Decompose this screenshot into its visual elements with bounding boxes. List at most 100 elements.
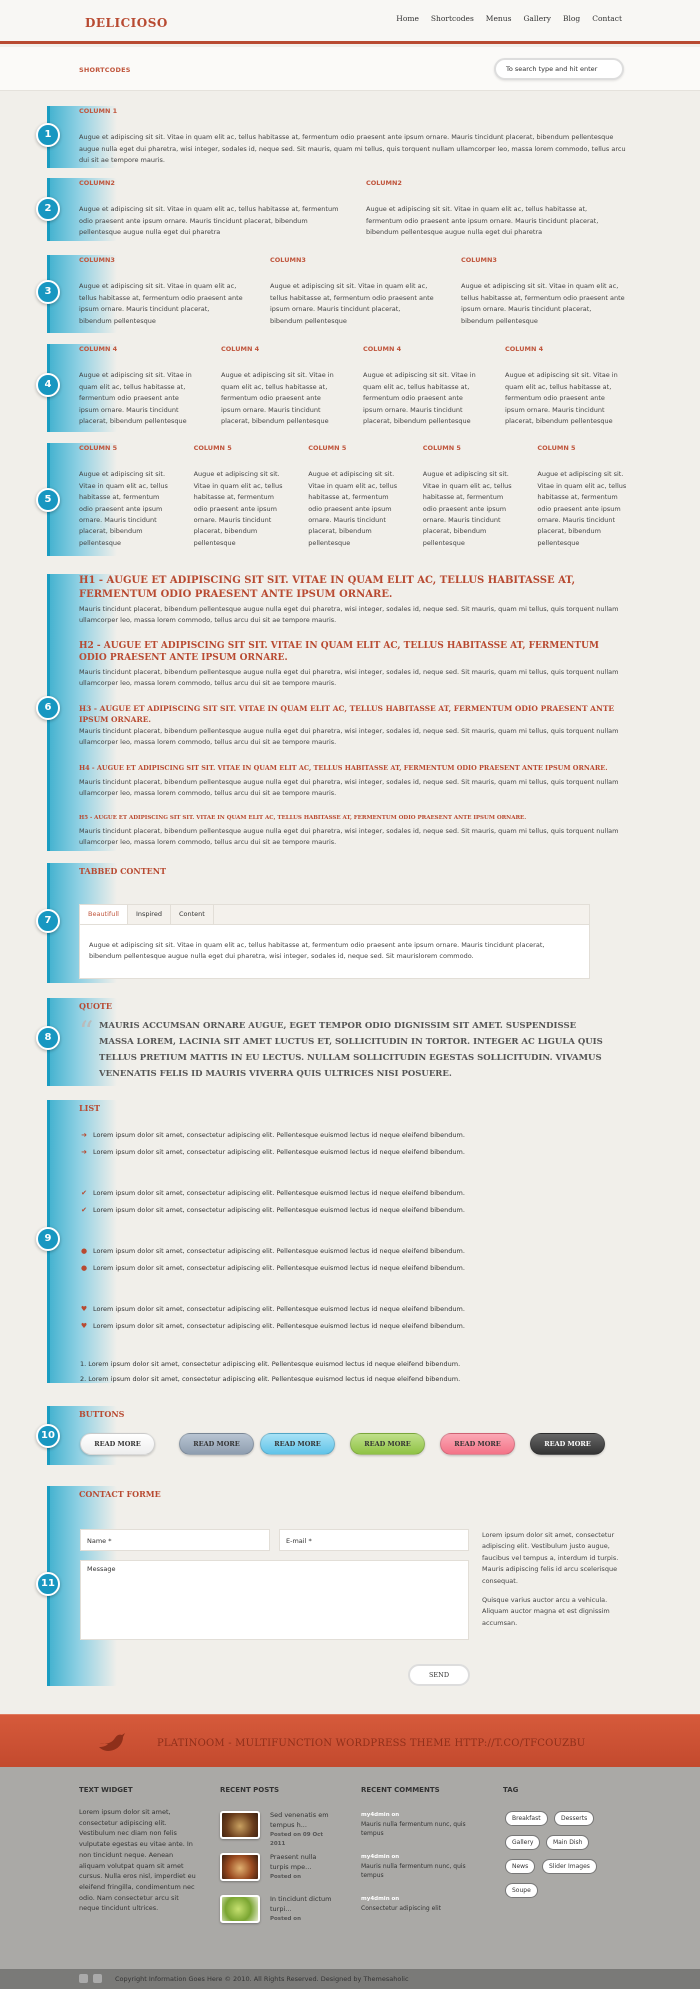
nav-contact[interactable]: Contact [592, 13, 622, 25]
heading-paragraph: Mauris tincidunt placerat, bibendum pell… [79, 605, 619, 625]
tag-desserts[interactable]: Desserts [554, 1811, 595, 1826]
read-more-button[interactable]: READ MORE [260, 1433, 335, 1455]
arrow-right-icon: ➜ [81, 1148, 87, 1156]
checkmark-icon: ✔ [81, 1189, 87, 1197]
search-input[interactable]: To search type and hit enter [494, 58, 624, 80]
column-title: COLUMN 5 [193, 444, 232, 452]
post-title[interactable]: Sed venenatis em tempus h... [270, 1811, 335, 1831]
tag-main-dish[interactable]: Main Dish [546, 1835, 590, 1850]
nav-blog[interactable]: Blog [563, 13, 580, 25]
read-more-button[interactable]: READ MORE [80, 1433, 155, 1455]
column: COLUMN 5 Augue et adipiscing sit sit. Vi… [308, 443, 398, 549]
heading-h1: H1 - AUGUE ET ADIPISCING SIT SIT. VITAE … [79, 575, 576, 600]
column: COLUMN 5 Augue et adipiscing sit sit. Vi… [423, 443, 513, 549]
column: COLUMN3 Augue et adipiscing sit sit. Vit… [461, 255, 626, 327]
nav-home[interactable]: Home [396, 13, 419, 25]
list-item: ✔ Lorem ipsum dolor sit amet, consectetur… [81, 1189, 465, 1198]
column: COLUMN 4 Augue et adipiscing sit sit. Vi… [505, 344, 623, 427]
twitter-banner: PLATINOOM - MULTIFUNCTION WORDPRESS THEM… [0, 1714, 700, 1767]
contact-info-text: Quisque varius auctor arcu a vehicula. A… [482, 1595, 610, 1627]
read-more-button[interactable]: READ MORE [350, 1433, 425, 1455]
column: COLUMN 4 Augue et adipiscing sit sit. Vi… [221, 344, 339, 427]
banner-text[interactable]: PLATINOOM - MULTIFUNCTION WORDPRESS THEM… [157, 1736, 585, 1752]
tag-breakfast[interactable]: Breakfast [505, 1811, 548, 1826]
read-more-button[interactable]: READ MORE [179, 1433, 254, 1455]
column-text: Augue et adipiscing sit sit. Vitae in qu… [308, 470, 398, 547]
message-field[interactable]: Message [80, 1560, 469, 1640]
contact-info: Lorem ipsum dolor sit amet, consectetur … [482, 1530, 632, 1629]
tag-slider-images[interactable]: Slider Images [542, 1859, 597, 1874]
comment-author[interactable]: my4dmin on [361, 1853, 466, 1862]
recent-comment[interactable]: my4dmin on Mauris nulla fermentum nunc, … [361, 1811, 466, 1839]
email-field[interactable]: E-mail * [279, 1529, 469, 1551]
tag-news[interactable]: News [505, 1859, 536, 1874]
post-title[interactable]: Praesent nulla turpis mpe... [270, 1853, 335, 1873]
column-title: COLUMN 5 [537, 444, 576, 452]
column-title: COLUMN 4 [505, 345, 544, 353]
tab-content[interactable]: Content [171, 905, 214, 924]
heading-paragraph: Mauris tincidunt placerat, bibendum pell… [79, 778, 619, 798]
section-title: CONTACT FORME [79, 1489, 161, 1499]
section-number: 2 [36, 197, 60, 221]
recent-comment[interactable]: my4dmin on Consectetur adipiscing elit [361, 1895, 466, 1913]
main-nav: Home Shortcodes Menus Gallery Blog Conta… [396, 13, 622, 25]
read-more-button[interactable]: READ MORE [440, 1433, 515, 1455]
section-title: QUOTE [79, 1001, 112, 1011]
list-item: ♥ Lorem ipsum dolor sit amet, consectetur… [80, 1322, 465, 1331]
bullet-icon: ● [80, 1247, 88, 1255]
nav-shortcodes[interactable]: Shortcodes [431, 13, 474, 25]
recent-post[interactable]: In tincidunt dictum turpi... Posted on [220, 1895, 335, 1925]
recent-post[interactable]: Sed venenatis em tempus h... Posted on 0… [220, 1811, 335, 1847]
footer-recent-posts-title: RECENT POSTS [220, 1786, 280, 1794]
site-logo[interactable]: DELICIOSO [85, 14, 168, 33]
column: COLUMN3 Augue et adipiscing sit sit. Vit… [270, 255, 435, 327]
facebook-icon[interactable] [93, 1974, 102, 1983]
section-number: 3 [36, 280, 60, 304]
post-thumbnail[interactable] [220, 1811, 260, 1839]
column-title: COLUMN 5 [308, 444, 347, 452]
comment-author[interactable]: my4dmin on [361, 1895, 466, 1904]
page-title: SHORTCODES [79, 66, 131, 74]
column: COLUMN3 Augue et adipiscing sit sit. Vit… [79, 255, 244, 327]
send-button[interactable]: SEND [408, 1664, 470, 1686]
tag-soupe[interactable]: Soupe [505, 1883, 538, 1898]
section-number: 1 [36, 123, 60, 147]
post-thumbnail[interactable] [220, 1853, 260, 1881]
tag-gallery[interactable]: Gallery [505, 1835, 541, 1850]
comment-author[interactable]: my4dmin on [361, 1811, 466, 1820]
name-field[interactable]: Name * [80, 1529, 270, 1551]
post-thumbnail[interactable] [220, 1895, 260, 1923]
column-text: Augue et adipiscing sit sit. Vitae in qu… [221, 371, 334, 425]
nav-gallery[interactable]: Gallery [523, 13, 551, 25]
column-text: Augue et adipiscing sit sit. Vitae in qu… [79, 282, 243, 325]
twitter-icon[interactable] [79, 1974, 88, 1983]
tab-inspired[interactable]: Inspired [128, 905, 171, 924]
recent-post[interactable]: Praesent nulla turpis mpe... Posted on [220, 1853, 335, 1883]
comment-text[interactable]: Mauris nulla fermentum nunc, quis tempus [361, 1862, 466, 1881]
read-more-button[interactable]: READ MORE [530, 1433, 605, 1455]
top-header: DELICIOSO Home Shortcodes Menus Gallery … [0, 0, 700, 44]
column: COLUMN 5 Augue et adipiscing sit sit. Vi… [194, 443, 284, 549]
footer-tag-title: TAG [503, 1786, 519, 1794]
nav-menus[interactable]: Menus [486, 13, 512, 25]
heading-h4: H4 - AUGUE ET ADIPISCING SIT SIT. VITAE … [79, 764, 608, 772]
post-title[interactable]: In tincidunt dictum turpi... [270, 1895, 335, 1915]
column: COLUMN 1 Augue et adipiscing sit sit. Vi… [79, 106, 627, 167]
column-text: Augue et adipiscing sit sit. Vitae in qu… [366, 205, 599, 237]
column-title: COLUMN3 [270, 256, 306, 264]
comment-text[interactable]: Mauris nulla fermentum nunc, quis tempus [361, 1820, 466, 1839]
list-item: ➜ Lorem ipsum dolor sit amet, consectetur… [81, 1148, 465, 1157]
column-title: COLUMN 5 [422, 444, 461, 452]
arrow-right-icon: ➜ [81, 1131, 87, 1139]
column-text: Augue et adipiscing sit sit. Vitae in qu… [79, 205, 339, 237]
footer-text-widget-title: TEXT WIDGET [79, 1786, 133, 1794]
section-column-1: 1 COLUMN 1 Augue et adipiscing sit sit. … [36, 106, 627, 168]
quote-text: MAURIS ACCUMSAN ORNARE AUGUE, EGET TEMPO… [99, 1021, 603, 1080]
column: COLUMN 4 Augue et adipiscing sit sit. Vi… [363, 344, 481, 427]
tab-beautifull[interactable]: Beautifull [80, 905, 128, 924]
recent-comment[interactable]: my4dmin on Mauris nulla fermentum nunc, … [361, 1853, 466, 1881]
column: COLUMN 5 Augue et adipiscing sit sit. Vi… [79, 443, 169, 549]
list-item: ● Lorem ipsum dolor sit amet, consectetur… [80, 1247, 465, 1256]
column-text: Augue et adipiscing sit sit. Vitae in qu… [363, 371, 476, 425]
comment-text[interactable]: Consectetur adipiscing elit [361, 1904, 466, 1914]
